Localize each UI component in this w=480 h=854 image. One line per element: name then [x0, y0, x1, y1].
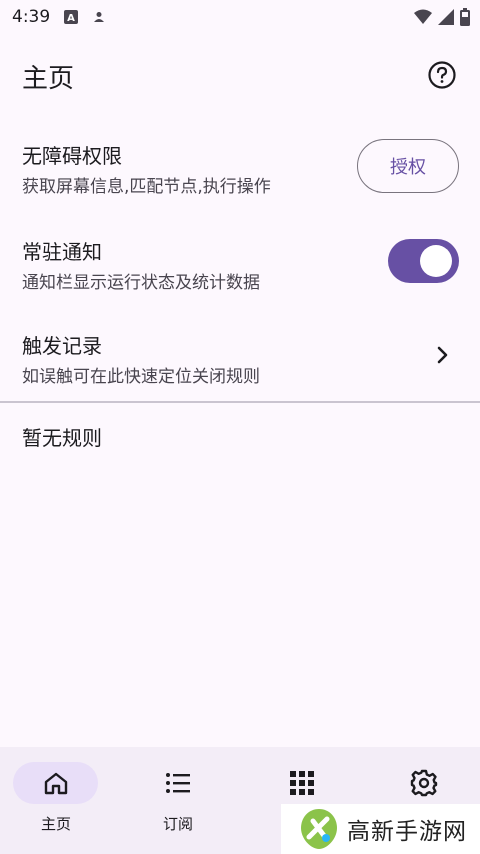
list-icon	[166, 773, 190, 793]
nav-item-home[interactable]: 主页	[0, 747, 120, 854]
settings-gear-icon	[410, 769, 438, 797]
nav-item-subscriptions[interactable]: 订阅	[118, 747, 238, 854]
trigger-log-subtitle: 如误触可在此快速定位关闭规则	[22, 367, 260, 387]
apps-grid-icon	[290, 771, 314, 795]
wifi-icon	[414, 9, 432, 24]
page-title: 主页	[22, 64, 75, 94]
trigger-log-title: 触发记录	[22, 334, 102, 358]
signal-icon	[438, 9, 454, 25]
home-icon	[44, 772, 68, 795]
trigger-log-row[interactable]: 触发记录 如误触可在此快速定位关闭规则	[0, 320, 480, 390]
nav-label-subscriptions: 订阅	[162, 815, 193, 833]
watermark: 高新手游网	[281, 804, 480, 854]
battery-icon	[460, 8, 470, 26]
notification-toggle[interactable]	[388, 239, 459, 283]
divider	[0, 401, 480, 403]
notification-subtitle: 通知栏显示运行状态及统计数据	[22, 273, 260, 293]
watermark-text: 高新手游网	[347, 819, 467, 845]
a-icon: A	[64, 10, 79, 24]
person-icon	[94, 12, 105, 22]
notification-title: 常驻通知	[22, 240, 102, 264]
toggle-thumb	[420, 245, 452, 277]
empty-rules-text: 暂无规则	[22, 426, 102, 450]
svg-text:A: A	[67, 13, 75, 24]
watermark-logo-icon	[301, 809, 337, 849]
status-bar: 4:39 A	[0, 0, 480, 34]
accessibility-subtitle: 获取屏幕信息,匹配节点,执行操作	[22, 177, 271, 197]
chevron-right-icon[interactable]	[434, 344, 452, 366]
grant-permission-button[interactable]: 授权	[357, 139, 459, 193]
status-time: 4:39	[12, 7, 51, 27]
app-bar: 主页	[0, 48, 480, 104]
accessibility-title: 无障碍权限	[22, 144, 122, 168]
help-circle-icon[interactable]	[427, 60, 457, 90]
nav-label-home: 主页	[40, 815, 71, 833]
